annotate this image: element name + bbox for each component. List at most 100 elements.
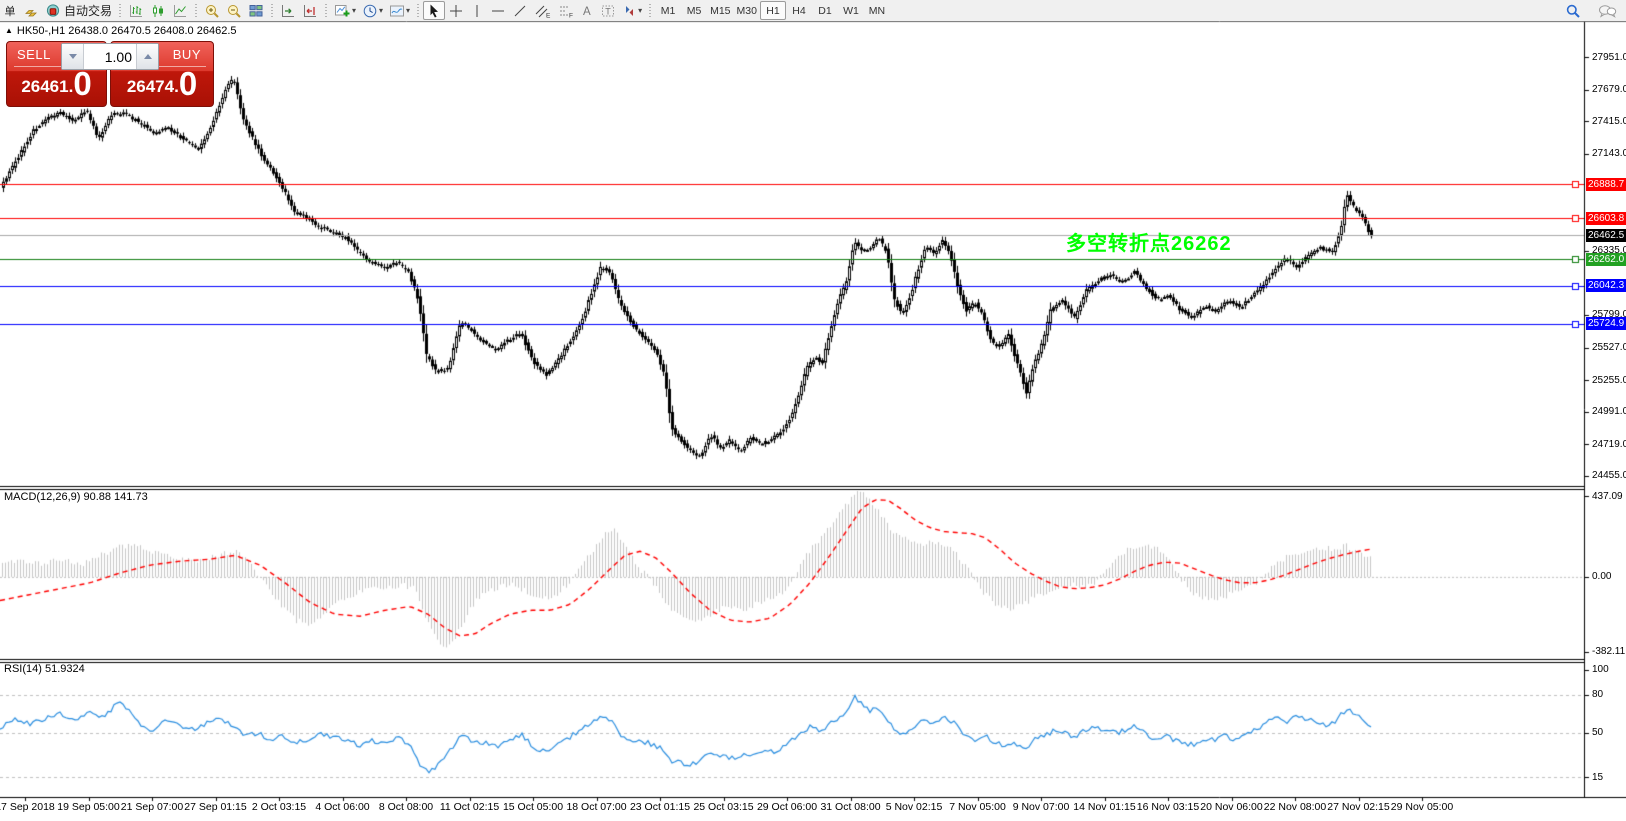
cursor-tool-button[interactable]: [423, 1, 445, 20]
toolbar-grip[interactable]: [647, 4, 653, 18]
equidistant-channel-icon: E: [534, 3, 551, 19]
main-toolbar: 单 自动交易 ▾ ▾ ▾ E F A T ▾ M1M5M15M30H1H4D1W…: [0, 0, 1626, 21]
price-level-label: 26603.8: [1586, 212, 1626, 225]
buy-label: BUY: [173, 47, 201, 62]
search-button[interactable]: [1562, 1, 1584, 20]
toolbar-grip[interactable]: [269, 4, 275, 18]
text-label-tool-button[interactable]: T: [597, 1, 619, 20]
arrows-tool-button[interactable]: ▾: [619, 1, 645, 20]
indicators-dropdown-caret[interactable]: ▾: [352, 6, 356, 15]
buy-price-int: 26474: [127, 77, 174, 96]
autotrading-button[interactable]: 自动交易: [42, 1, 115, 20]
toolbar-grip[interactable]: [117, 4, 123, 18]
templates-dropdown-caret[interactable]: ▾: [406, 6, 410, 15]
crosshair-tool-button[interactable]: [445, 1, 467, 20]
macd-tick-label: 0.00: [1592, 571, 1611, 582]
timeframe-group: M1M5M15M30H1H4D1W1MN: [655, 1, 890, 20]
trendline-icon: [512, 3, 528, 19]
templates-button[interactable]: ▾: [386, 1, 413, 20]
volume-increase-button[interactable]: [136, 44, 158, 69]
bar-chart-button[interactable]: [125, 1, 147, 20]
cursor-icon: [426, 3, 442, 19]
chart-shift-button[interactable]: [299, 1, 321, 20]
vertical-line-tool-button[interactable]: [467, 1, 487, 20]
date-tick-label: 15 Oct 05:00: [503, 801, 563, 813]
date-tick-label: 29 Nov 05:00: [1391, 801, 1453, 813]
chart-title-text: HK50-,H1 26438.0 26470.5 26408.0 26462.5: [17, 25, 237, 37]
chat-button[interactable]: [1594, 1, 1620, 20]
date-tick-label: 18 Oct 07:00: [566, 801, 626, 813]
text-tool-button[interactable]: A: [577, 1, 597, 20]
periods-button[interactable]: ▾: [359, 1, 386, 20]
macd-tick-label: -382.11: [1592, 646, 1625, 657]
timeframe-M5[interactable]: M5: [681, 1, 707, 20]
periods-dropdown-caret[interactable]: ▾: [379, 6, 383, 15]
price-level-label: 26888.7: [1586, 178, 1626, 191]
auto-scroll-icon: [280, 3, 296, 19]
indicators-icon: [334, 3, 351, 19]
auto-scroll-button[interactable]: [277, 1, 299, 20]
price-level-label: 26462.5: [1586, 229, 1626, 242]
timeframe-H4[interactable]: H4: [786, 1, 812, 20]
date-tick-label: 9 Nov 07:00: [1013, 801, 1070, 813]
fibonacci-icon: F: [557, 3, 574, 19]
zoom-in-icon: [204, 3, 220, 19]
vertical-line-icon: [470, 3, 484, 19]
zoom-in-button[interactable]: [201, 1, 223, 20]
price-tick-label: 27415.0: [1592, 116, 1626, 127]
sell-price-big: 0: [73, 65, 91, 102]
equidistant-channel-tool-button[interactable]: E: [531, 1, 554, 20]
sell-price-int: 26461: [21, 77, 68, 96]
date-tick-label: 8 Oct 08:00: [379, 801, 433, 813]
timeframe-M30[interactable]: M30: [734, 1, 760, 20]
fibonacci-tool-button[interactable]: F: [554, 1, 577, 20]
horizontal-line-icon: [490, 3, 506, 19]
toolbar-grip[interactable]: [323, 4, 329, 18]
new-order-label: 单: [5, 3, 16, 19]
toolbar-grip[interactable]: [415, 4, 421, 18]
arrows-icon: [622, 3, 637, 19]
candlestick-chart-icon: [150, 3, 166, 19]
price-tick-label: 24455.0: [1592, 470, 1626, 481]
rsi-tick-label: 15: [1592, 772, 1603, 783]
rsi-indicator-label: RSI(14) 51.9324: [4, 663, 85, 675]
horizontal-line-tool-button[interactable]: [487, 1, 509, 20]
tile-windows-button[interactable]: [245, 1, 267, 20]
text-label-icon: T: [600, 3, 616, 19]
price-tick-label: 25527.0: [1592, 342, 1626, 353]
triangle-down-icon: [69, 54, 77, 59]
price-tick-label: 27143.0: [1592, 148, 1626, 159]
candlestick-chart-button[interactable]: [147, 1, 169, 20]
volume-decrease-button[interactable]: [62, 44, 84, 69]
buy-price-big: 0: [179, 65, 197, 102]
volume-input[interactable]: [84, 44, 136, 69]
toolbar-grip[interactable]: [193, 4, 199, 18]
arrows-dropdown-caret[interactable]: ▾: [638, 6, 642, 15]
zoom-out-button[interactable]: [223, 1, 245, 20]
timeframe-M1[interactable]: M1: [655, 1, 681, 20]
chart-annotation-text[interactable]: 多空转折点26262: [1066, 227, 1232, 256]
chart-canvas[interactable]: [0, 0, 1626, 821]
date-tick-label: 16 Nov 03:15: [1137, 801, 1199, 813]
timeframe-W1[interactable]: W1: [838, 1, 864, 20]
market-watch-button[interactable]: [20, 1, 42, 20]
date-tick-label: 4 Oct 06:00: [315, 801, 369, 813]
date-tick-label: 5 Nov 02:15: [886, 801, 943, 813]
timeframe-MN[interactable]: MN: [864, 1, 890, 20]
macd-tick-label: 437.09: [1592, 491, 1623, 502]
price-level-label: 26042.3: [1586, 279, 1626, 292]
price-tick-label: 27679.0: [1592, 84, 1626, 95]
timeframe-H1[interactable]: H1: [760, 1, 786, 20]
autotrading-icon: [45, 3, 61, 19]
search-icon: [1565, 3, 1581, 19]
chart-shift-icon: [302, 3, 318, 19]
collapse-triangle-icon[interactable]: ▲: [5, 26, 13, 35]
text-tool-icon: A: [580, 3, 594, 19]
indicators-button[interactable]: ▾: [331, 1, 359, 20]
date-tick-label: 19 Sep 05:00: [57, 801, 119, 813]
line-chart-button[interactable]: [169, 1, 191, 20]
trendline-tool-button[interactable]: [509, 1, 531, 20]
new-order-button[interactable]: 单: [0, 1, 20, 20]
timeframe-M15[interactable]: M15: [707, 1, 733, 20]
timeframe-D1[interactable]: D1: [812, 1, 838, 20]
